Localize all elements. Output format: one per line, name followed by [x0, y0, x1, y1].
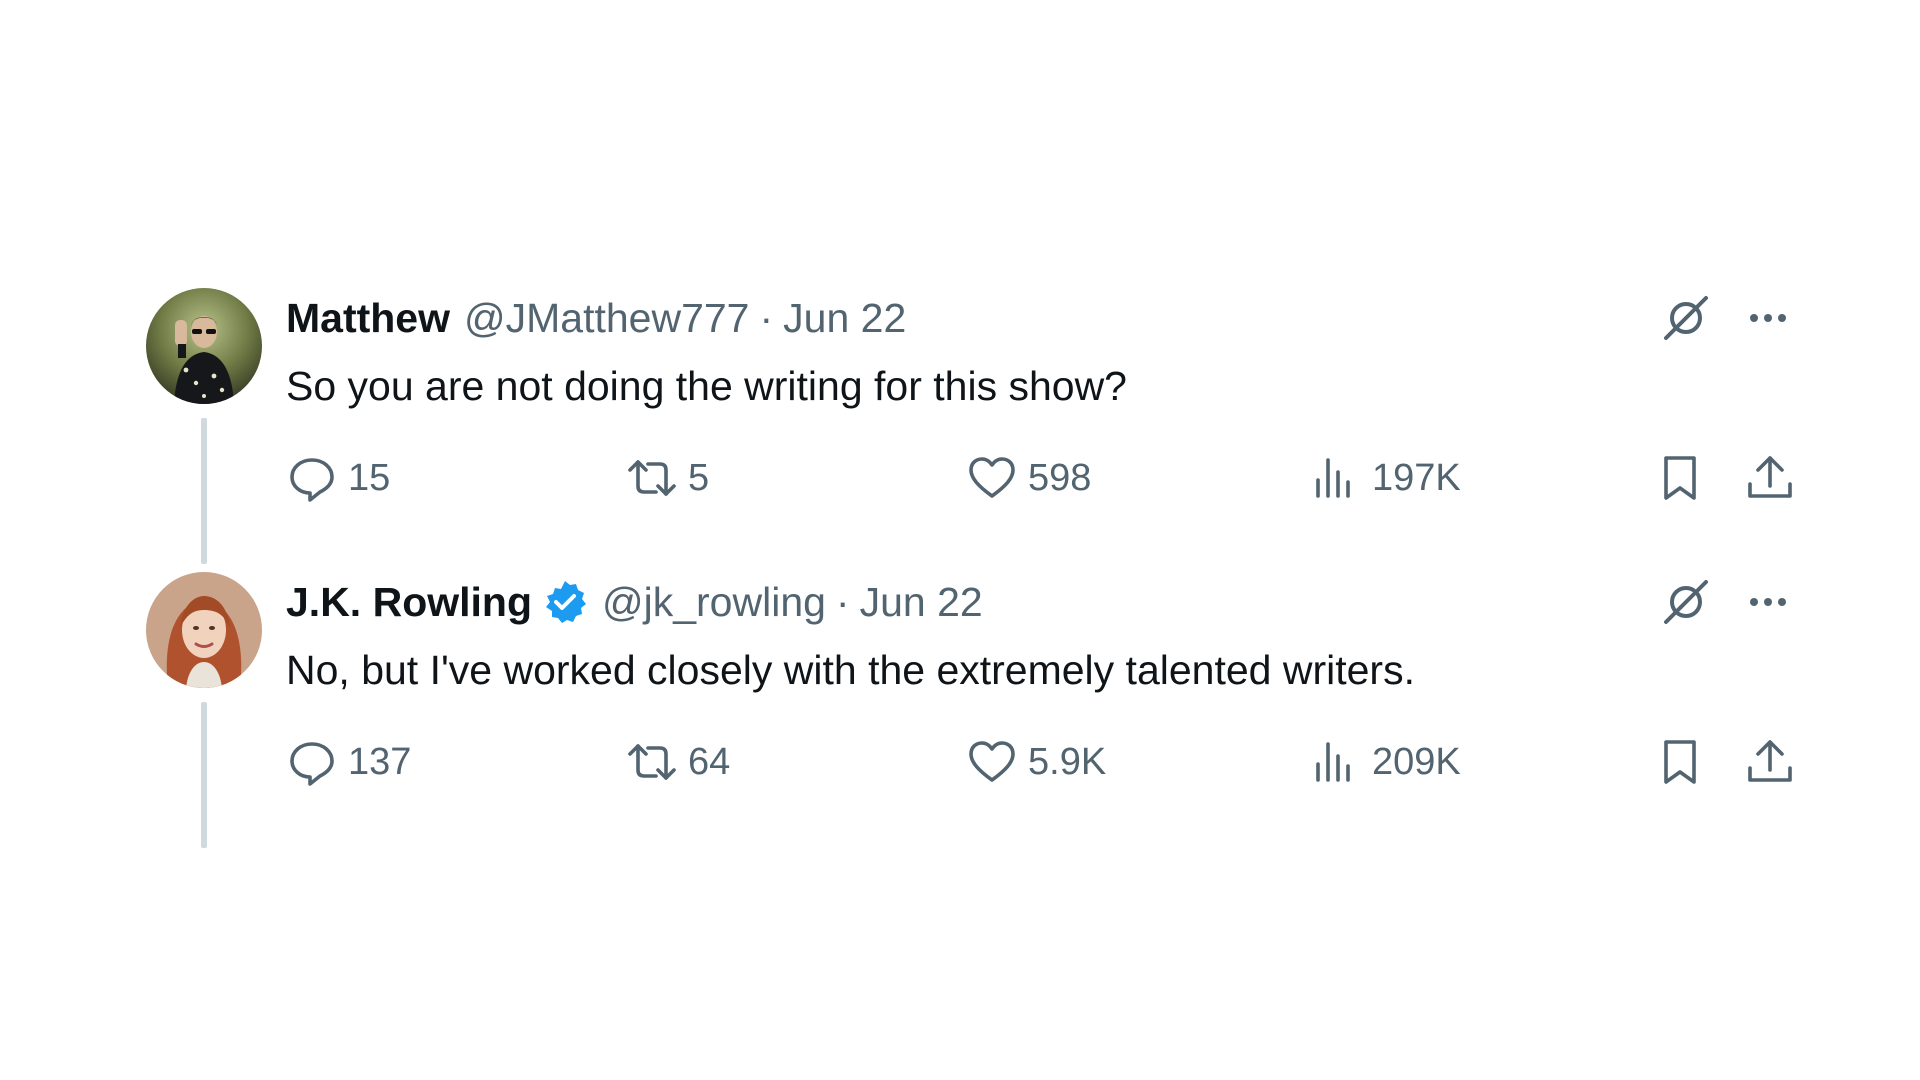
- like-count: 5.9K: [1028, 740, 1107, 783]
- grok-icon[interactable]: [1658, 290, 1714, 346]
- thread-connector-line: [201, 702, 207, 848]
- tweet-text: So you are not doing the writing for thi…: [286, 363, 1127, 409]
- tweet-content: Matthew @JMatthew777 · Jun 22 So you are…: [262, 288, 1796, 572]
- share-icon: [1748, 740, 1792, 782]
- tweet-actions: 137 64 5.9K 209K: [286, 736, 1796, 796]
- avatar-column: [146, 288, 262, 572]
- user-handle[interactable]: @JMatthew777: [464, 295, 749, 342]
- avatar[interactable]: [146, 572, 262, 688]
- tweet-header-actions: [1658, 574, 1796, 630]
- tweet-text: No, but I've worked closely with the ext…: [286, 647, 1415, 693]
- retweet-icon: [628, 744, 676, 780]
- reply-button[interactable]: 15: [286, 452, 390, 504]
- tweet-date[interactable]: Jun 22: [860, 579, 983, 626]
- retweet-count: 64: [688, 740, 731, 783]
- like-button[interactable]: 5.9K: [966, 736, 1106, 788]
- retweet-count: 5: [688, 456, 710, 499]
- share-button[interactable]: [1744, 452, 1796, 504]
- bookmark-icon: [1664, 456, 1696, 500]
- tweet[interactable]: Matthew @JMatthew777 · Jun 22 So you are…: [146, 288, 1796, 572]
- separator-dot: ·: [835, 578, 850, 625]
- retweet-button[interactable]: 64: [626, 736, 730, 788]
- grok-icon[interactable]: [1658, 574, 1714, 630]
- avatar[interactable]: [146, 288, 262, 404]
- reply-button[interactable]: 137: [286, 736, 411, 788]
- bookmark-button[interactable]: [1654, 452, 1706, 504]
- like-count: 598: [1028, 456, 1092, 499]
- like-button[interactable]: 598: [966, 452, 1091, 504]
- view-count: 197K: [1372, 456, 1461, 499]
- retweet-icon: [628, 460, 676, 496]
- avatar-column: [146, 572, 262, 856]
- reply-icon: [290, 458, 334, 502]
- more-icon[interactable]: [1740, 574, 1796, 630]
- like-icon: [969, 457, 1015, 498]
- retweet-button[interactable]: 5: [626, 452, 709, 504]
- bookmark-button[interactable]: [1654, 736, 1706, 788]
- like-icon: [969, 741, 1015, 782]
- reply-count: 137: [348, 740, 412, 783]
- tweet-content: J.K. Rowling @jk_rowling · Jun 22 No, bu…: [262, 572, 1796, 856]
- tweet-header: J.K. Rowling @jk_rowling · Jun 22: [286, 572, 1796, 632]
- conversation-thread: Matthew @JMatthew777 · Jun 22 So you are…: [146, 288, 1796, 856]
- views-icon: [1316, 458, 1350, 498]
- display-name[interactable]: Matthew: [286, 295, 450, 342]
- views-button[interactable]: 197K: [1310, 452, 1461, 504]
- tweet-actions: 15 5 598 197K: [286, 452, 1796, 512]
- reply-icon: [290, 742, 334, 786]
- user-handle[interactable]: @jk_rowling: [602, 579, 826, 626]
- bookmark-icon: [1664, 740, 1696, 784]
- views-button[interactable]: 209K: [1310, 736, 1461, 788]
- share-button[interactable]: [1744, 736, 1796, 788]
- tweet-date[interactable]: Jun 22: [783, 295, 906, 342]
- verified-badge-icon[interactable]: [542, 579, 588, 625]
- tweet-header-actions: [1658, 290, 1796, 346]
- separator-dot: ·: [759, 294, 774, 341]
- more-icon[interactable]: [1740, 290, 1796, 346]
- share-icon: [1748, 456, 1792, 498]
- tweet-header: Matthew @JMatthew777 · Jun 22: [286, 288, 1796, 348]
- display-name[interactable]: J.K. Rowling: [286, 579, 532, 626]
- view-count: 209K: [1372, 740, 1461, 783]
- views-icon: [1316, 742, 1350, 782]
- tweet[interactable]: J.K. Rowling @jk_rowling · Jun 22 No, bu…: [146, 572, 1796, 856]
- thread-connector-line: [201, 418, 207, 564]
- reply-count: 15: [348, 456, 391, 499]
